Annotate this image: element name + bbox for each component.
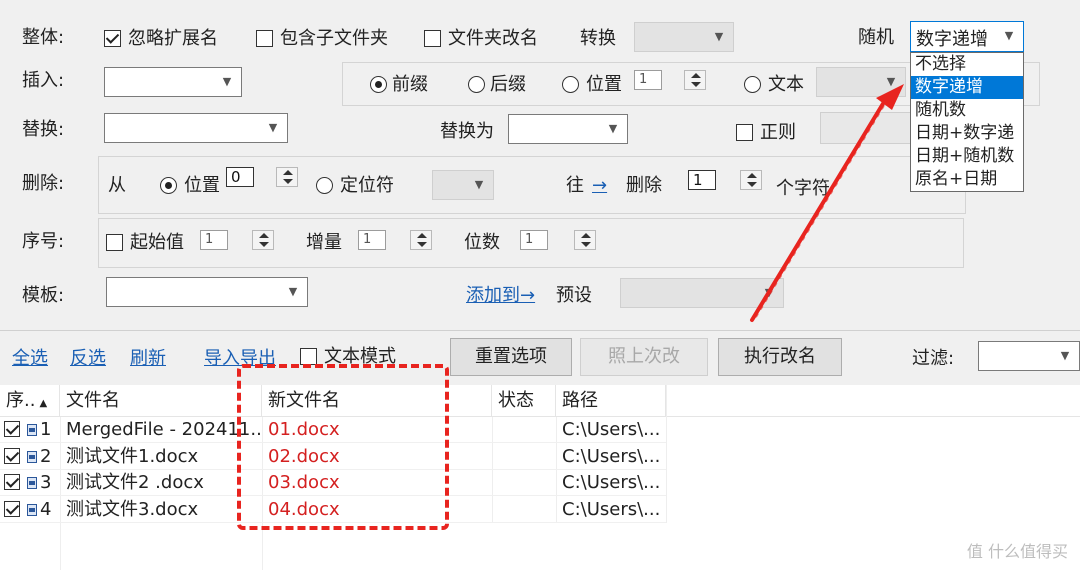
annotation-arrow — [750, 84, 904, 322]
